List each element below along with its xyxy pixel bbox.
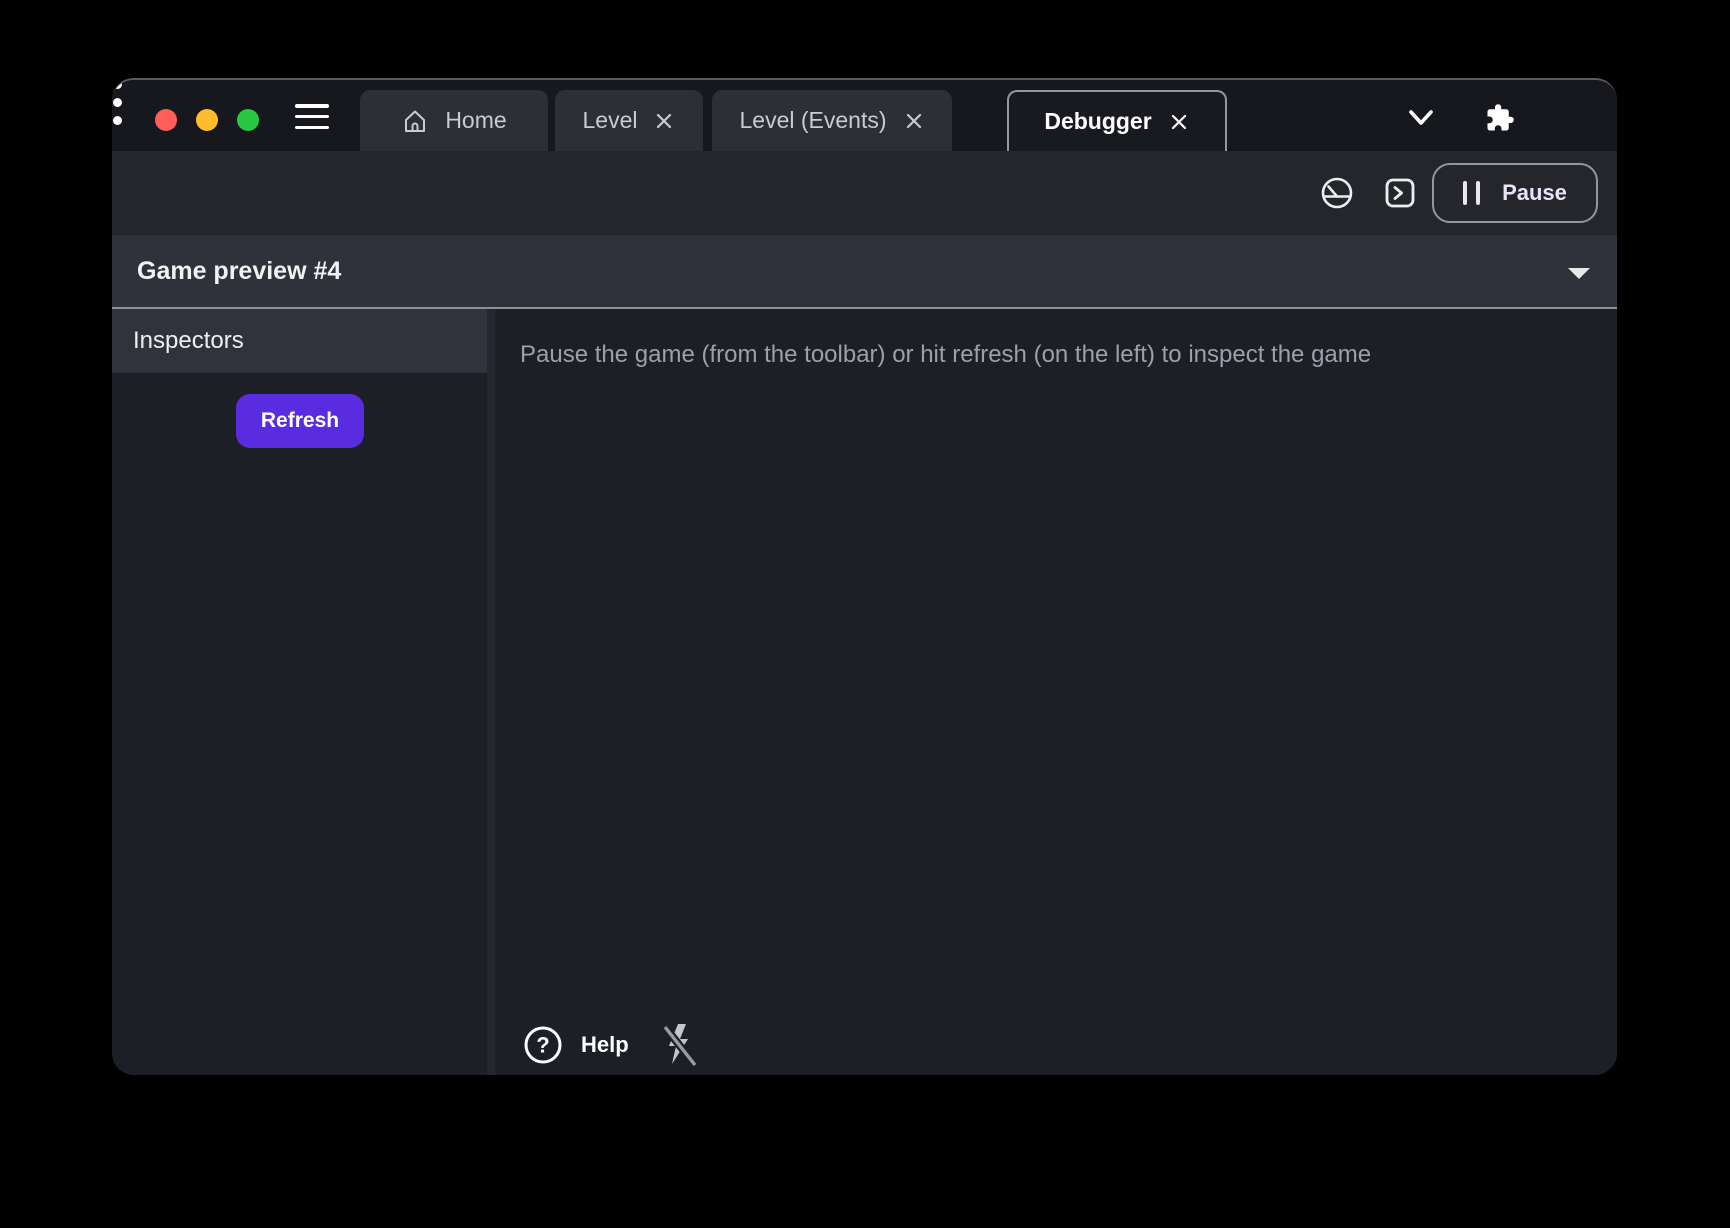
tab-label: Debugger xyxy=(1044,108,1151,135)
tab-home[interactable]: Home xyxy=(360,90,548,151)
more-options-kebab-icon[interactable] xyxy=(112,80,122,126)
help-button[interactable]: ? Help xyxy=(523,1025,629,1065)
extensions-puzzle-icon[interactable] xyxy=(1485,103,1515,133)
tab-level[interactable]: Level xyxy=(555,90,703,151)
debugger-footer: ? Help xyxy=(523,1021,699,1069)
svg-text:?: ? xyxy=(536,1033,549,1058)
main-menu-icon[interactable] xyxy=(295,104,329,129)
inspector-main-panel: Pause the game (from the toolbar) or hit… xyxy=(495,309,1617,1075)
close-icon[interactable] xyxy=(903,110,925,132)
inspectors-header: Inspectors xyxy=(112,309,487,373)
flash-off-icon[interactable] xyxy=(661,1021,699,1069)
tab-debugger[interactable]: Debugger xyxy=(1007,90,1227,151)
close-window-button[interactable] xyxy=(155,109,177,131)
help-label: Help xyxy=(581,1032,629,1058)
sidebar-divider[interactable] xyxy=(487,309,495,1075)
game-preview-selector[interactable]: Game preview #4 xyxy=(112,235,1617,309)
titlebar: Home Level Level (Events) Debugger xyxy=(112,80,1617,151)
pause-hint-message: Pause the game (from the toolbar) or hit… xyxy=(520,341,1371,369)
chevron-down-icon[interactable] xyxy=(1405,106,1437,130)
console-icon[interactable] xyxy=(1384,177,1416,209)
zoom-window-button[interactable] xyxy=(237,109,259,131)
home-icon xyxy=(401,107,429,135)
window-controls xyxy=(155,109,259,131)
debugger-toolbar: Pause xyxy=(112,151,1617,235)
debugger-window: Home Level Level (Events) Debugger xyxy=(112,78,1617,1075)
tab-label: Level xyxy=(583,107,638,134)
pause-icon xyxy=(1463,181,1480,205)
inspectors-sidebar: Inspectors Refresh xyxy=(112,309,487,1075)
caret-down-icon[interactable] xyxy=(1564,264,1594,282)
minimize-window-button[interactable] xyxy=(196,109,218,131)
help-question-icon: ? xyxy=(523,1025,563,1065)
refresh-button[interactable]: Refresh xyxy=(236,394,364,448)
game-preview-title: Game preview #4 xyxy=(137,257,341,286)
debugger-content: Inspectors Refresh Pause the game (from … xyxy=(112,309,1617,1075)
tab-label: Level (Events) xyxy=(739,107,886,134)
performance-profiler-icon[interactable] xyxy=(1320,176,1354,210)
tab-level-events[interactable]: Level (Events) xyxy=(712,90,952,151)
tab-label: Home xyxy=(445,107,506,134)
inspectors-title: Inspectors xyxy=(133,327,244,355)
close-icon[interactable] xyxy=(1168,111,1190,133)
pause-button[interactable]: Pause xyxy=(1432,163,1598,223)
pause-button-label: Pause xyxy=(1502,180,1567,206)
close-icon[interactable] xyxy=(653,110,675,132)
